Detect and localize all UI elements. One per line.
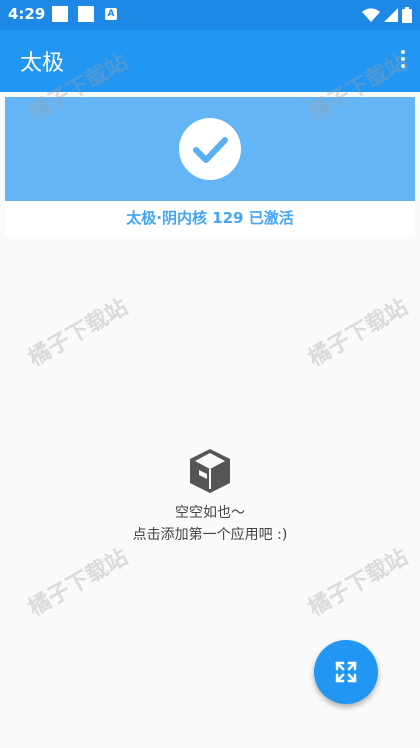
app-title: 太极 — [20, 51, 65, 76]
signal-icon — [384, 8, 398, 22]
empty-state-title: 空空如也～ — [175, 505, 245, 521]
watermark: 橘子下载站 — [304, 544, 413, 622]
status-card[interactable]: 太极·阴内核 129 已激活 — [5, 97, 415, 236]
status-bar: 4:29 A — [0, 0, 420, 30]
status-icons — [362, 5, 412, 25]
watermark: 橘子下载站 — [24, 544, 133, 622]
add-app-fab[interactable] — [314, 640, 378, 704]
check-circle — [179, 118, 241, 180]
watermark: 橘子下载站 — [24, 294, 133, 372]
battery-icon — [402, 7, 412, 23]
box-icon — [190, 449, 230, 493]
status-card-header — [5, 97, 415, 201]
more-vert-icon[interactable] — [398, 50, 408, 72]
check-icon — [193, 137, 228, 163]
notification-letter-icon: A — [105, 8, 117, 20]
activation-status-text: 太极·阴内核 129 已激活 — [126, 209, 294, 227]
empty-state-hint: 点击添加第一个应用吧 :) — [132, 527, 288, 543]
watermark: 橘子下载站 — [304, 294, 413, 372]
notification-square-icon — [78, 6, 94, 22]
expand-icon — [335, 661, 357, 683]
wifi-icon — [362, 8, 380, 22]
app-bar: 太极 — [0, 30, 420, 92]
status-time: 4:29 — [8, 5, 46, 23]
notification-square-icon — [52, 6, 68, 22]
